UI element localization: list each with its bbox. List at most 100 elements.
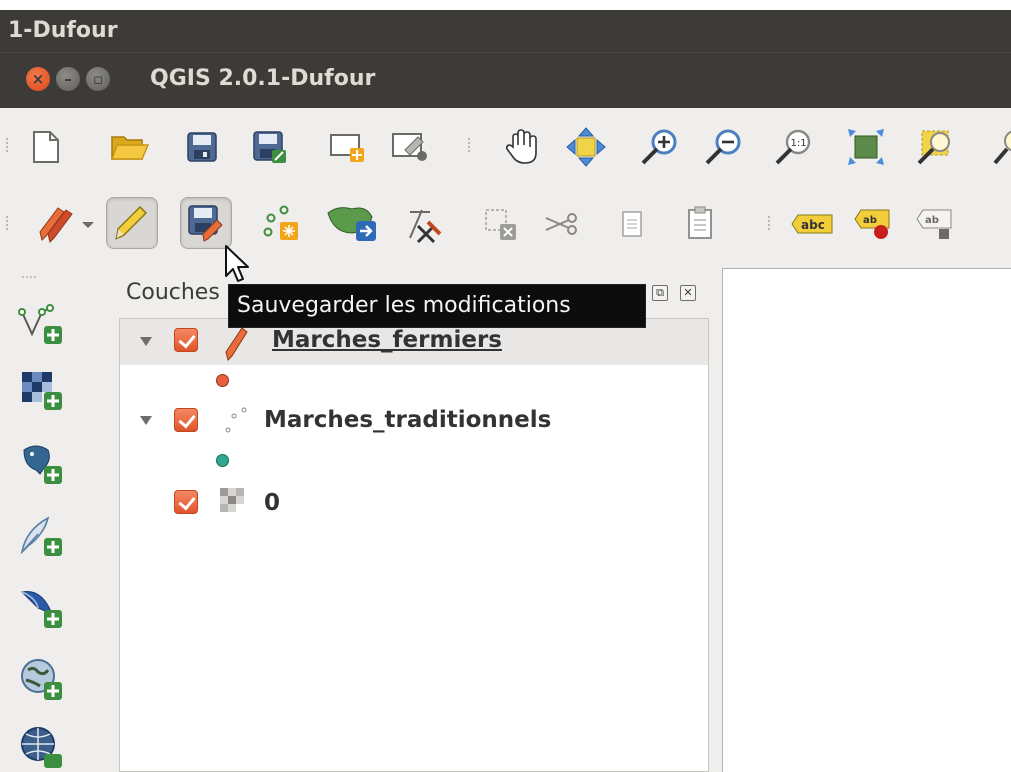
save-as-icon xyxy=(253,131,286,163)
new-project-button[interactable] xyxy=(20,121,72,173)
node-tool-icon xyxy=(327,207,376,241)
app-title: QGIS 2.0.1-Dufour xyxy=(150,66,376,91)
pin-labels-text: ab xyxy=(863,215,877,226)
zoom-last-icon xyxy=(993,130,1011,165)
save-edits-button[interactable] xyxy=(180,197,232,249)
layer-visibility-checkbox[interactable] xyxy=(174,490,198,514)
pan-button[interactable] xyxy=(496,121,548,173)
save-project-button[interactable] xyxy=(176,121,228,173)
toggle-editing-icon xyxy=(115,205,148,240)
composer-manager-icon xyxy=(392,133,427,161)
digitize-tool-icon xyxy=(409,209,442,244)
save-project-icon xyxy=(187,132,217,162)
copy-features-icon xyxy=(622,211,642,237)
add-wcs-layer-button[interactable] xyxy=(18,722,66,770)
zoom-in-button[interactable] xyxy=(634,121,686,173)
add-feature-icon xyxy=(263,205,298,240)
layer-name[interactable]: 0 xyxy=(264,490,280,516)
toolbar-separator xyxy=(468,138,472,152)
zoom-out-icon xyxy=(705,129,741,165)
layer-visibility-checkbox[interactable] xyxy=(174,408,198,432)
current-edits-dropdown-icon xyxy=(39,207,94,243)
layer-symbol-point xyxy=(216,374,229,387)
toggle-editing-button[interactable] xyxy=(106,197,158,249)
close-window-button[interactable]: × xyxy=(26,67,50,91)
add-mssql-layer-icon xyxy=(20,590,62,628)
new-print-composer-icon xyxy=(330,134,364,162)
save-edits-icon xyxy=(188,205,223,242)
top-strip xyxy=(0,0,1011,10)
zoom-to-layer-icon xyxy=(917,130,950,165)
raster-layer-icon xyxy=(220,488,244,512)
add-wcs-layer-icon xyxy=(21,727,62,768)
add-raster-layer-button[interactable] xyxy=(18,366,66,414)
editing-pencil-icon xyxy=(225,327,248,361)
panel-float-button[interactable]: ⧉ xyxy=(652,285,668,301)
toolbar-grip[interactable] xyxy=(6,138,10,152)
add-spatialite-layer-button[interactable] xyxy=(18,512,66,560)
layer-name[interactable]: Marches_traditionnels xyxy=(264,407,551,433)
window-titlebar[interactable]: × – ▫ QGIS 2.0.1-Dufour xyxy=(0,52,1011,108)
zoom-in-icon xyxy=(641,129,677,165)
layer-symbol-point xyxy=(216,454,229,467)
maximize-icon: ▫ xyxy=(92,70,104,88)
add-postgis-layer-icon xyxy=(23,445,62,484)
map-canvas[interactable] xyxy=(722,268,1011,772)
toolbar-separator xyxy=(768,216,772,230)
add-mssql-layer-button[interactable] xyxy=(18,584,66,632)
open-project-button[interactable] xyxy=(104,121,156,173)
digitize-tool-button[interactable] xyxy=(398,198,450,250)
svg-text:1:1: 1:1 xyxy=(791,138,807,149)
cut-features-button[interactable] xyxy=(536,198,588,250)
minimize-icon: – xyxy=(64,70,72,88)
zoom-to-layer-button[interactable] xyxy=(910,121,962,173)
label-tool-button[interactable]: abc xyxy=(786,198,838,250)
add-spatialite-layer-icon xyxy=(20,516,62,556)
zoom-out-button[interactable] xyxy=(698,121,750,173)
node-tool-button[interactable] xyxy=(322,197,382,249)
add-wms-layer-button[interactable] xyxy=(18,656,66,704)
label-tool-text: abc xyxy=(801,218,825,232)
zoom-last-button[interactable] xyxy=(980,121,1011,173)
copy-features-button[interactable] xyxy=(608,198,660,250)
pan-to-selection-button[interactable] xyxy=(560,121,612,173)
paste-features-button[interactable] xyxy=(674,198,726,250)
pin-labels-button[interactable]: ab xyxy=(848,198,900,250)
show-hide-labels-button[interactable]: ab xyxy=(910,198,962,250)
maximize-window-button[interactable]: ▫ xyxy=(86,67,110,91)
add-feature-button[interactable] xyxy=(256,198,308,250)
panel-close-button[interactable]: ✕ xyxy=(680,285,696,301)
outer-window-title: 1-Dufour xyxy=(0,10,1011,52)
add-wms-layer-icon xyxy=(21,659,62,700)
add-vector-layer-icon xyxy=(18,304,62,344)
expand-arrow-icon[interactable] xyxy=(140,337,152,346)
float-icon: ⧉ xyxy=(656,286,664,299)
close-icon: ✕ xyxy=(683,286,693,299)
show-hide-labels-text: ab xyxy=(925,215,939,226)
tooltip: Sauvegarder les modifications xyxy=(228,284,646,328)
expand-arrow-icon[interactable] xyxy=(140,416,152,425)
new-project-icon xyxy=(33,131,59,163)
side-toolbar-grip[interactable] xyxy=(22,276,36,279)
zoom-full-button[interactable] xyxy=(840,121,892,173)
toolbar-grip[interactable] xyxy=(6,216,10,230)
layer-tree[interactable] xyxy=(119,318,709,772)
point-layer-icon xyxy=(225,407,247,433)
minimize-window-button[interactable]: – xyxy=(56,67,80,91)
current-edits-dropdown[interactable] xyxy=(28,198,104,250)
zoom-full-icon xyxy=(848,129,884,165)
zoom-actual-size-button[interactable]: 1:1 xyxy=(768,121,820,173)
add-postgis-layer-button[interactable] xyxy=(18,440,66,488)
mouse-cursor-icon xyxy=(225,245,249,282)
add-vector-layer-button[interactable] xyxy=(18,300,66,348)
pan-to-selection-icon xyxy=(566,127,606,167)
layer-visibility-checkbox[interactable] xyxy=(174,328,198,352)
layer-name[interactable]: Marches_fermiers xyxy=(272,327,502,353)
new-print-composer-button[interactable] xyxy=(322,121,374,173)
delete-selected-icon xyxy=(485,209,516,240)
pan-icon xyxy=(505,129,537,164)
add-raster-layer-icon xyxy=(22,372,62,410)
delete-selected-button[interactable] xyxy=(474,198,526,250)
save-as-button[interactable] xyxy=(244,121,296,173)
composer-manager-button[interactable] xyxy=(384,121,436,173)
